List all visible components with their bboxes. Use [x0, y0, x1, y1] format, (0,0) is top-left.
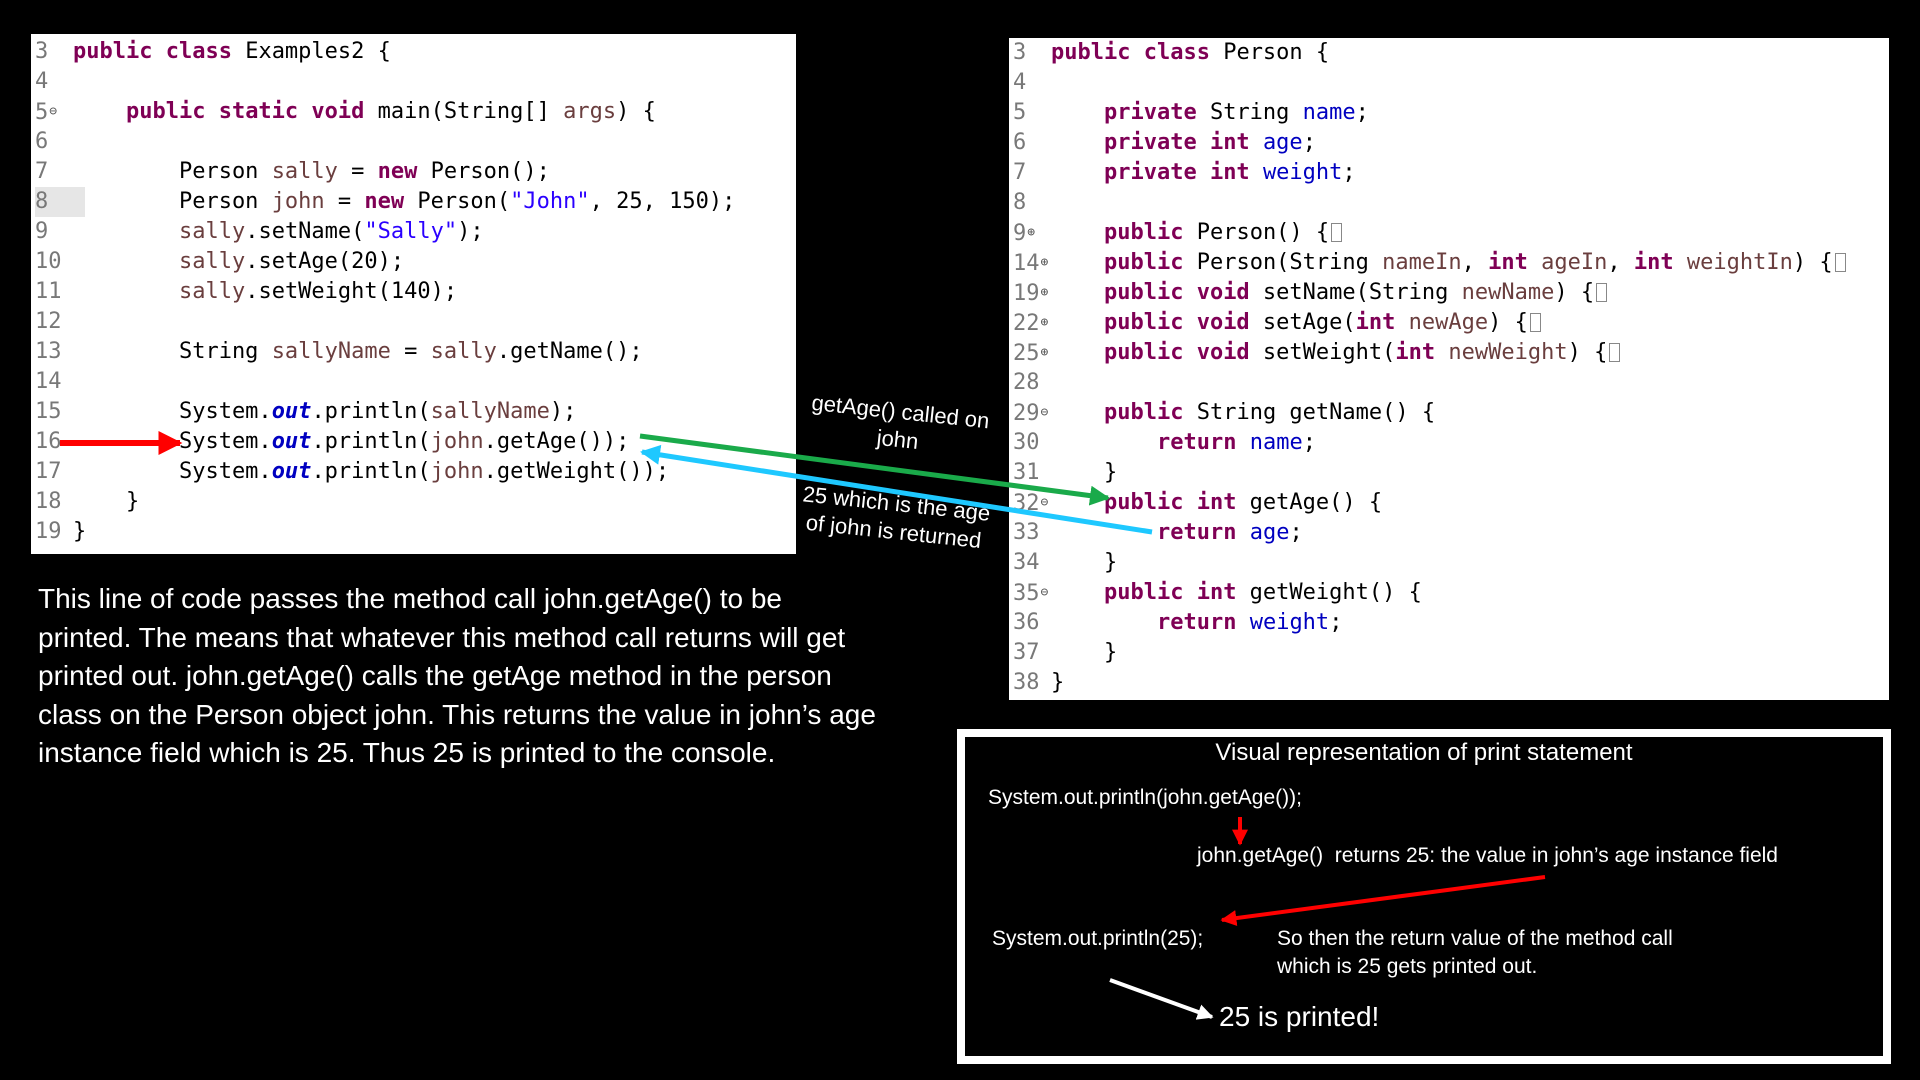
arrows-overlay: [60, 431, 1546, 1020]
visual-printed-arrow: [1109, 978, 1214, 1020]
visual-diagonal-arrow: [1220, 875, 1546, 927]
